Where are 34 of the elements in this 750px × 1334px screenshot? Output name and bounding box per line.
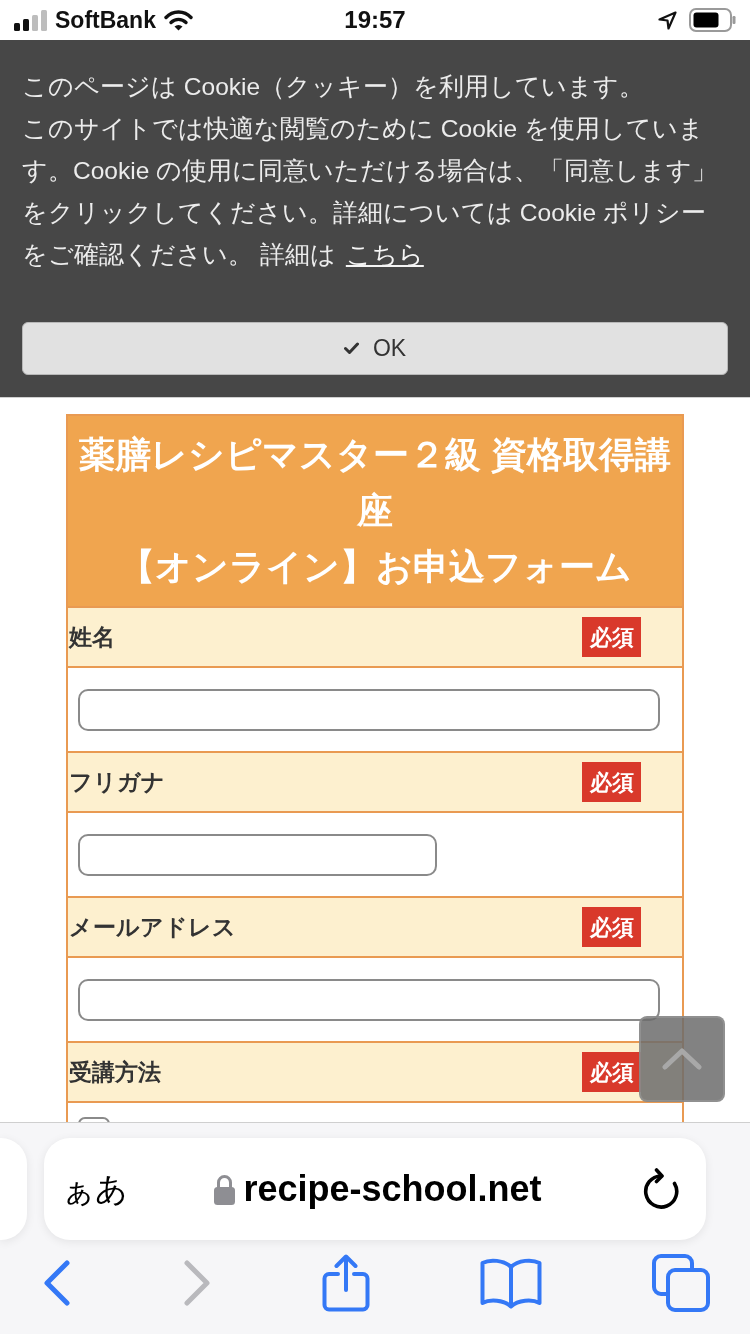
address-bar[interactable]: ぁあ recipe-school.net [44,1138,706,1240]
ok-button[interactable]: OK [22,322,728,375]
chevron-up-icon [662,1048,702,1070]
details-link[interactable]: こちら [345,241,424,268]
cookie-notice-message: このサイトでは快適な閲覧のために Cookie を使用しています。Cookie の使用に同意いただける場合は、「同意します」をクリックしてください。詳細については Cookie ポリシーをご確認ください。 詳細は こちら [22,114,719,270]
required-badge: 必須 [582,907,641,947]
lock-icon [214,1173,236,1205]
signal-icon [14,9,47,31]
carrier-name: SoftBank [55,8,156,32]
field-label: 受講方法 [69,1057,161,1087]
input-field[interactable] [78,978,660,1021]
back-icon[interactable] [42,1260,72,1306]
required-badge: 必須 [582,1052,641,1092]
field-label: フリガナ [69,767,165,797]
scroll-to-top-button[interactable] [639,1016,725,1102]
share-icon[interactable] [322,1254,370,1312]
checkmark-icon [343,342,359,355]
url-text: recipe-school.net [243,1171,542,1207]
form-title: 薬膳レシピマスター２級 資格取得講座 【オンライン】お申込フォーム [68,416,682,606]
field-label: メールアドレス [69,912,236,942]
location-arrow-icon [658,10,677,30]
tabs-icon[interactable] [652,1254,710,1312]
clock-time: 19:57 [344,8,406,32]
battery-icon [689,8,736,32]
text-size-button[interactable]: ぁあ [62,1173,128,1205]
field-label: 姓名 [69,622,115,652]
cookie-notice-title: このページは Cookie（クッキー）を利用しています。 [22,72,646,102]
open-book-icon[interactable] [480,1257,542,1309]
required-badge: 必須 [582,762,641,802]
input-field[interactable] [78,688,660,731]
required-badge: 必須 [582,617,641,657]
reload-icon[interactable] [642,1168,680,1210]
wifi-icon [163,9,193,31]
input-field[interactable] [78,833,437,876]
